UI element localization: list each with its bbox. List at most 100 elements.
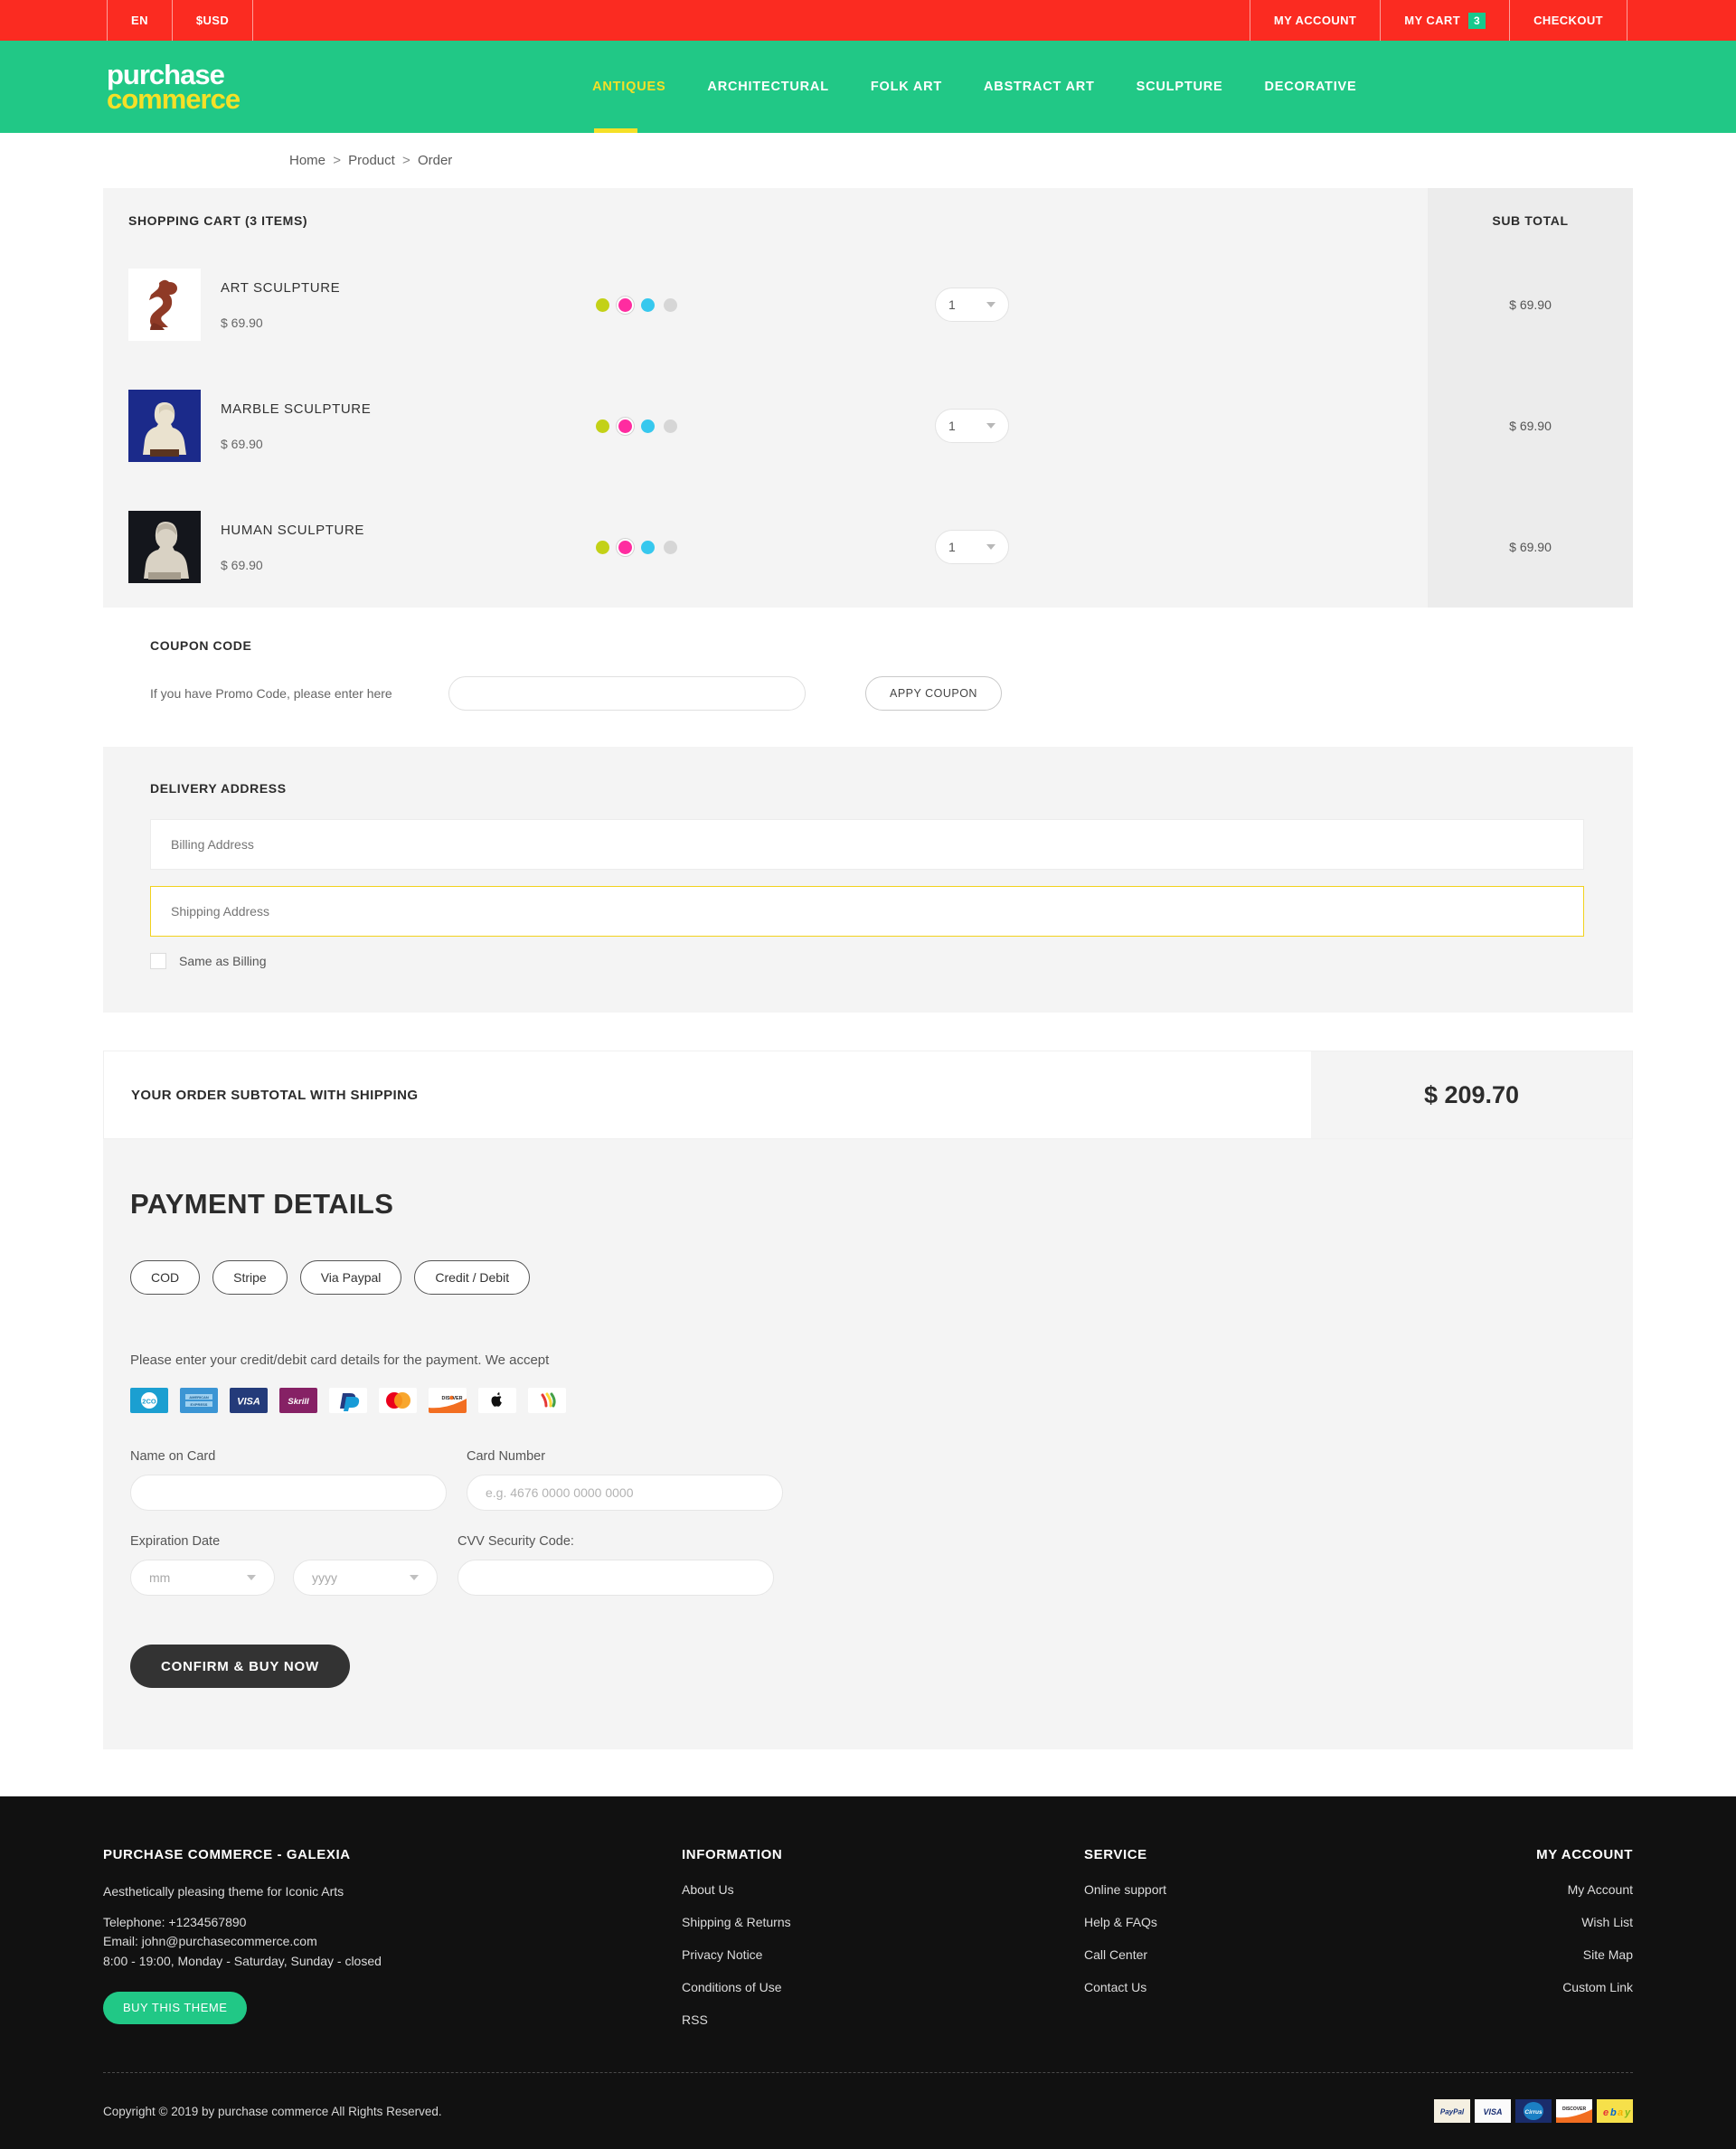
billing-address-input[interactable] <box>150 819 1584 870</box>
quantity-select[interactable]: 1 <box>935 530 1009 564</box>
confirm-and-buy-button[interactable]: CONFIRM & BUY NOW <box>130 1645 350 1688</box>
nav-item-abstract-art[interactable]: ABSTRACT ART <box>984 41 1095 133</box>
expiration-month-select[interactable]: mm <box>130 1560 275 1596</box>
nav-item-architectural[interactable]: ARCHITECTURAL <box>707 41 828 133</box>
footer-my-account-title: MY ACCOUNT <box>1536 1847 1633 1862</box>
cirrus-badge: Cirrus <box>1515 2099 1552 2123</box>
my-account-link[interactable]: MY ACCOUNT <box>1249 0 1380 41</box>
expiration-month-value: mm <box>149 1570 171 1585</box>
product-name[interactable]: ART SCULPTURE <box>221 280 519 296</box>
marble-sculpture-thumb[interactable] <box>128 390 201 462</box>
swatch-green[interactable] <box>596 297 609 312</box>
tab-cod[interactable]: COD <box>130 1260 201 1295</box>
svg-text:EXPRESS: EXPRESS <box>191 1402 208 1407</box>
currency-selector[interactable]: $USD <box>171 0 254 41</box>
visa-badge: VISA <box>1475 2099 1511 2123</box>
row-subtotal: $ 69.90 <box>1509 297 1552 312</box>
quantity-select[interactable]: 1 <box>935 287 1009 322</box>
breadcrumb: Home > Product > Order <box>289 153 1736 168</box>
expiration-year-value: yyyy <box>312 1570 337 1585</box>
swatch-gray[interactable] <box>664 419 677 433</box>
footer-link-site-map[interactable]: Site Map <box>1505 1947 1633 1962</box>
swatch-green[interactable] <box>596 540 609 554</box>
product-info: MARBLE SCULPTURE $ 69.90 <box>221 401 519 451</box>
expiration-year-select[interactable]: yyyy <box>293 1560 438 1596</box>
paypal-badge: PayPal <box>1434 2099 1470 2123</box>
apply-coupon-button[interactable]: APPY COUPON <box>865 676 1002 711</box>
svg-text:PayPal: PayPal <box>1440 2108 1465 2116</box>
product-name[interactable]: HUMAN SCULPTURE <box>221 523 519 538</box>
nav-item-decorative[interactable]: DECORATIVE <box>1265 41 1357 133</box>
footer-information-title: INFORMATION <box>682 1847 783 1862</box>
quantity-value: 1 <box>948 297 956 312</box>
site-logo[interactable]: purchase commerce <box>107 61 241 115</box>
breadcrumb-separator-1: > <box>333 153 341 168</box>
footer-link-online-support[interactable]: Online support <box>1084 1882 1505 1897</box>
apple-pay-icon <box>478 1388 516 1413</box>
footer-link-rss[interactable]: RSS <box>682 2012 1084 2027</box>
swatch-gray[interactable] <box>664 297 677 312</box>
footer-link-help-faqs[interactable]: Help & FAQs <box>1084 1915 1505 1929</box>
order-total-label: YOUR ORDER SUBTOTAL WITH SHIPPING <box>131 1087 419 1103</box>
swatch-pink-selected[interactable] <box>618 419 632 433</box>
visa-icon: VISA <box>230 1388 268 1413</box>
paypal-icon <box>329 1388 367 1413</box>
same-as-billing-checkbox[interactable] <box>150 953 166 969</box>
footer-link-about-us[interactable]: About Us <box>682 1882 1084 1897</box>
buy-this-theme-button[interactable]: BUY THIS THEME <box>103 1991 248 2024</box>
tab-credit-debit[interactable]: Credit / Debit <box>414 1260 531 1295</box>
footer-link-call-center[interactable]: Call Center <box>1084 1947 1505 1962</box>
swatch-cyan[interactable] <box>641 540 655 554</box>
name-on-card-group: Name on Card <box>130 1449 447 1511</box>
human-sculpture-thumb[interactable] <box>128 511 201 583</box>
page-content: SHOPPING CART (3 ITEMS) ART SCULPTURE $ … <box>103 188 1633 1749</box>
footer-link-contact-us[interactable]: Contact Us <box>1084 1980 1505 1994</box>
svg-text:DISCOVER: DISCOVER <box>1562 2107 1587 2112</box>
footer-link-custom-link[interactable]: Custom Link <box>1505 1980 1633 1994</box>
coupon-input[interactable] <box>448 676 806 711</box>
card-number-input[interactable] <box>467 1475 783 1511</box>
footer-link-conditions-of-use[interactable]: Conditions of Use <box>682 1980 1084 1994</box>
breadcrumb-separator-2: > <box>402 153 410 168</box>
footer-tagline: Aesthetically pleasing theme for Iconic … <box>103 1884 344 1899</box>
nav-item-antiques[interactable]: ANTIQUES <box>592 41 665 133</box>
swatch-cyan[interactable] <box>641 419 655 433</box>
payment-method-tabs: COD Stripe Via Paypal Credit / Debit <box>130 1260 1633 1295</box>
copyright-text: Copyright © 2019 by purchase commerce Al… <box>103 2104 442 2118</box>
swatch-green[interactable] <box>596 419 609 433</box>
nav-item-sculpture[interactable]: SCULPTURE <box>1137 41 1223 133</box>
footer-link-privacy-notice[interactable]: Privacy Notice <box>682 1947 1084 1962</box>
chevron-down-icon <box>986 544 995 550</box>
swatch-gray[interactable] <box>664 540 677 554</box>
coupon-helper-text: If you have Promo Code, please enter her… <box>150 686 392 701</box>
product-name[interactable]: MARBLE SCULPTURE <box>221 401 519 417</box>
tab-stripe[interactable]: Stripe <box>212 1260 288 1295</box>
breadcrumb-product[interactable]: Product <box>348 153 395 168</box>
footer-link-shipping-returns[interactable]: Shipping & Returns <box>682 1915 1084 1929</box>
shipping-address-input[interactable] <box>150 886 1584 937</box>
language-selector[interactable]: EN <box>107 0 172 41</box>
art-sculpture-thumb[interactable] <box>128 269 201 341</box>
swatch-pink-selected[interactable] <box>618 540 632 554</box>
checkout-link[interactable]: CHECKOUT <box>1509 0 1628 41</box>
breadcrumb-home[interactable]: Home <box>289 153 326 168</box>
product-info: HUMAN SCULPTURE $ 69.90 <box>221 523 519 572</box>
logo-line-2: commerce <box>107 82 241 115</box>
swatch-cyan[interactable] <box>641 297 655 312</box>
footer-link-my-account[interactable]: My Account <box>1505 1882 1633 1897</box>
delivery-title: DELIVERY ADDRESS <box>150 781 287 796</box>
nav-item-folk-art[interactable]: FOLK ART <box>871 41 942 133</box>
quantity-select[interactable]: 1 <box>935 409 1009 443</box>
footer-information-column: INFORMATION About Us Shipping & Returns … <box>682 1847 1084 2045</box>
cvv-input[interactable] <box>458 1560 774 1596</box>
swatch-pink-selected[interactable] <box>618 297 632 312</box>
svg-text:y: y <box>1624 2107 1631 2118</box>
svg-text:Cirrus: Cirrus <box>1524 2109 1543 2116</box>
discover-badge: DISCOVER <box>1556 2099 1592 2123</box>
name-on-card-input[interactable] <box>130 1475 447 1511</box>
order-total-bar: YOUR ORDER SUBTOTAL WITH SHIPPING $ 209.… <box>103 1051 1633 1139</box>
tab-via-paypal[interactable]: Via Paypal <box>299 1260 402 1295</box>
footer-hours: 8:00 - 19:00, Monday - Saturday, Sunday … <box>103 1954 382 1969</box>
footer-link-wish-list[interactable]: Wish List <box>1505 1915 1633 1929</box>
my-cart-link[interactable]: MY CART 3 <box>1380 0 1509 41</box>
